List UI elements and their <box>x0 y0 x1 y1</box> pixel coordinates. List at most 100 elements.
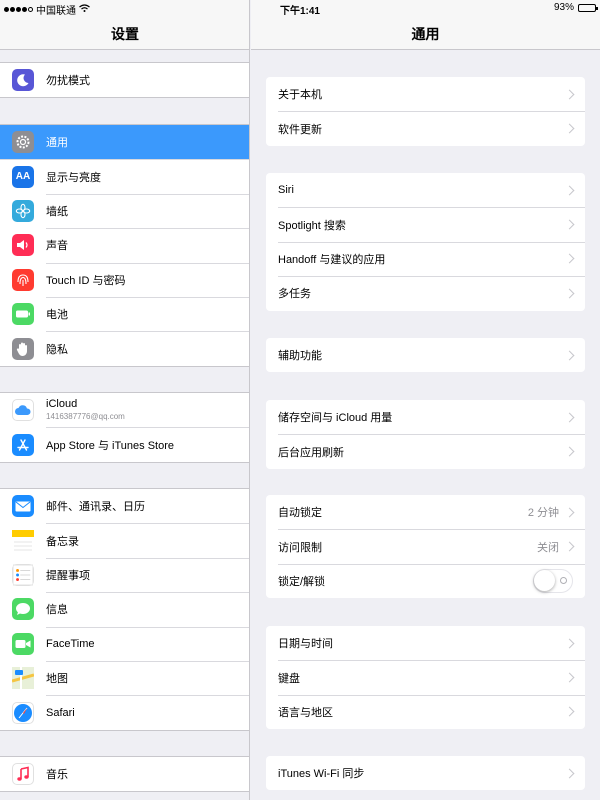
sidebar-item[interactable]: 信息 <box>0 592 249 626</box>
sidebar-item-label: FaceTime <box>46 637 95 650</box>
settings-row[interactable]: 自动锁定 2 分钟 <box>266 495 585 529</box>
toggle-off-indicator <box>560 576 567 584</box>
sidebar-item[interactable]: 地图 <box>0 660 249 695</box>
sidebar-item-label: 提醒事项 <box>46 569 90 582</box>
settings-row[interactable]: 日期与时间 <box>266 626 585 660</box>
sidebar-item-label: 隐私 <box>46 343 68 356</box>
sidebar-group: 音乐 <box>0 756 249 793</box>
sidebar-item-label: 通用 <box>46 137 68 150</box>
sidebar-item[interactable]: 音乐 <box>0 757 249 791</box>
mail-icon <box>12 495 34 518</box>
settings-row-label: 多任务 <box>278 288 311 301</box>
settings-row-label: 键盘 <box>278 672 300 685</box>
sidebar-item[interactable]: 提醒事项 <box>0 557 249 592</box>
settings-group: 自动锁定 2 分钟 访问限制 关闭锁定/解锁 <box>266 495 585 599</box>
speaker-icon <box>12 234 34 257</box>
compass-icon <box>12 701 34 724</box>
general-detail-pane: 通用 关于本机软件更新 Siri Spotlight 搜索 Handoff 与建议的应… <box>251 0 600 800</box>
settings-row[interactable]: 储存空间与 iCloud 用量 <box>266 400 585 434</box>
music-icon <box>12 763 34 786</box>
sidebar-item[interactable]: Touch ID 与密码 <box>0 262 249 297</box>
sidebar-item[interactable]: 勿扰模式 <box>0 63 249 97</box>
sidebar-title: 设置 <box>111 26 139 42</box>
settings-row-label: 锁定/解锁 <box>278 575 326 588</box>
chevron-right-icon <box>564 89 575 100</box>
status-right: 93% <box>554 2 598 13</box>
sidebar-item-label: 音乐 <box>46 769 68 782</box>
sidebar-item-label: Safari <box>46 706 75 719</box>
sidebar-group: iCloud 1416387776@qq.com App Store 与 iTune… <box>0 392 249 463</box>
gear-icon <box>12 131 34 154</box>
sidebar-item[interactable]: 电池 <box>0 296 249 331</box>
sidebar-item[interactable]: 备忘录 <box>0 523 249 557</box>
settings-row-value: 2 分钟 <box>527 507 559 520</box>
sidebar-item-label: iCloud <box>46 398 78 410</box>
status-bar: 中国联通 下午1:41 93% <box>0 0 600 17</box>
sidebar-item[interactable]: iCloud 1416387776@qq.com <box>0 393 249 427</box>
settings-row[interactable]: 锁定/解锁 <box>266 563 585 598</box>
chevron-right-icon <box>564 638 575 649</box>
settings-group: 辅助功能 <box>266 338 585 373</box>
toggle-knob <box>534 569 555 591</box>
chevron-right-icon <box>564 412 575 423</box>
text-size-icon: AA <box>12 165 34 188</box>
chevron-right-icon <box>564 672 575 683</box>
sidebar-item[interactable]: App Store 与 iTunes Store <box>0 427 249 461</box>
settings-group: 关于本机软件更新 <box>266 77 585 146</box>
settings-row[interactable]: 多任务 <box>266 276 585 310</box>
sidebar-item-label: 显示与亮度 <box>46 171 101 184</box>
moon-icon <box>12 69 34 92</box>
sidebar-item[interactable]: 隐私 <box>0 331 249 365</box>
settings-row[interactable]: 软件更新 <box>266 111 585 145</box>
sidebar-item-label: 邮件、通讯录、日历 <box>46 501 145 514</box>
settings-row-label: 后台应用刷新 <box>278 446 344 459</box>
settings-row-label: Handoff 与建议的应用 <box>278 253 386 266</box>
settings-row-label: 日期与时间 <box>278 638 333 651</box>
settings-sidebar: 设置 勿扰模式通用 AA 显示与亮度墙纸声音 Touch ID 与密码 电池隐私 iClo… <box>0 0 250 800</box>
sidebar-item-label: Touch ID 与密码 <box>46 274 126 287</box>
sidebar-item[interactable]: 墙纸 <box>0 193 249 228</box>
settings-row[interactable]: Siri <box>266 173 585 207</box>
notes-icon <box>12 529 34 552</box>
battery-icon <box>578 3 598 12</box>
facetime-icon <box>12 632 34 655</box>
settings-row-label: 语言与地区 <box>278 706 333 719</box>
settings-row[interactable]: 访问限制 关闭 <box>266 529 585 563</box>
settings-row[interactable]: 语言与地区 <box>266 694 585 729</box>
settings-row[interactable]: iTunes Wi-Fi 同步 <box>266 756 585 790</box>
sidebar-item[interactable]: AA 显示与亮度 <box>0 159 249 193</box>
maps-icon <box>12 667 34 690</box>
chevron-right-icon <box>564 446 575 457</box>
detail-title: 通用 <box>411 26 440 42</box>
sidebar-item[interactable]: FaceTime <box>0 626 249 661</box>
sidebar-item-label: 声音 <box>46 240 68 253</box>
settings-row[interactable]: 键盘 <box>266 660 585 694</box>
app-store-icon <box>12 433 34 456</box>
settings-row-label: Spotlight 搜索 <box>278 219 346 232</box>
hand-icon <box>12 337 34 360</box>
settings-row[interactable]: Spotlight 搜索 <box>266 207 585 241</box>
sidebar-item[interactable]: 通用 <box>0 125 249 160</box>
settings-row[interactable]: 后台应用刷新 <box>266 434 585 468</box>
settings-row-label: 辅助功能 <box>278 350 322 363</box>
settings-row-label: 软件更新 <box>278 123 322 136</box>
fingerprint-icon <box>12 268 34 291</box>
chevron-right-icon <box>564 288 575 299</box>
sidebar-item-label: 墙纸 <box>46 205 68 218</box>
settings-row-label: 访问限制 <box>278 541 322 554</box>
sidebar-group: 通用 AA 显示与亮度墙纸声音 Touch ID 与密码 电池隐私 <box>0 124 249 367</box>
settings-row[interactable]: 关于本机 <box>266 77 585 111</box>
sidebar-item[interactable]: 邮件、通讯录、日历 <box>0 489 249 523</box>
cloud-icon <box>12 399 34 422</box>
chevron-right-icon <box>564 123 575 134</box>
chevron-right-icon <box>564 541 575 552</box>
settings-row[interactable]: Handoff 与建议的应用 <box>266 241 585 276</box>
sidebar-group: 勿扰模式 <box>0 62 249 99</box>
settings-group: 储存空间与 iCloud 用量后台应用刷新 <box>266 400 585 469</box>
lock-unlock-toggle[interactable] <box>533 568 573 593</box>
sidebar-item-label: App Store 与 iTunes Store <box>46 439 174 452</box>
sidebar-item-label: 电池 <box>46 309 68 322</box>
sidebar-item[interactable]: Safari <box>0 695 249 729</box>
sidebar-item[interactable]: 声音 <box>0 228 249 262</box>
settings-row[interactable]: 辅助功能 <box>266 338 585 372</box>
